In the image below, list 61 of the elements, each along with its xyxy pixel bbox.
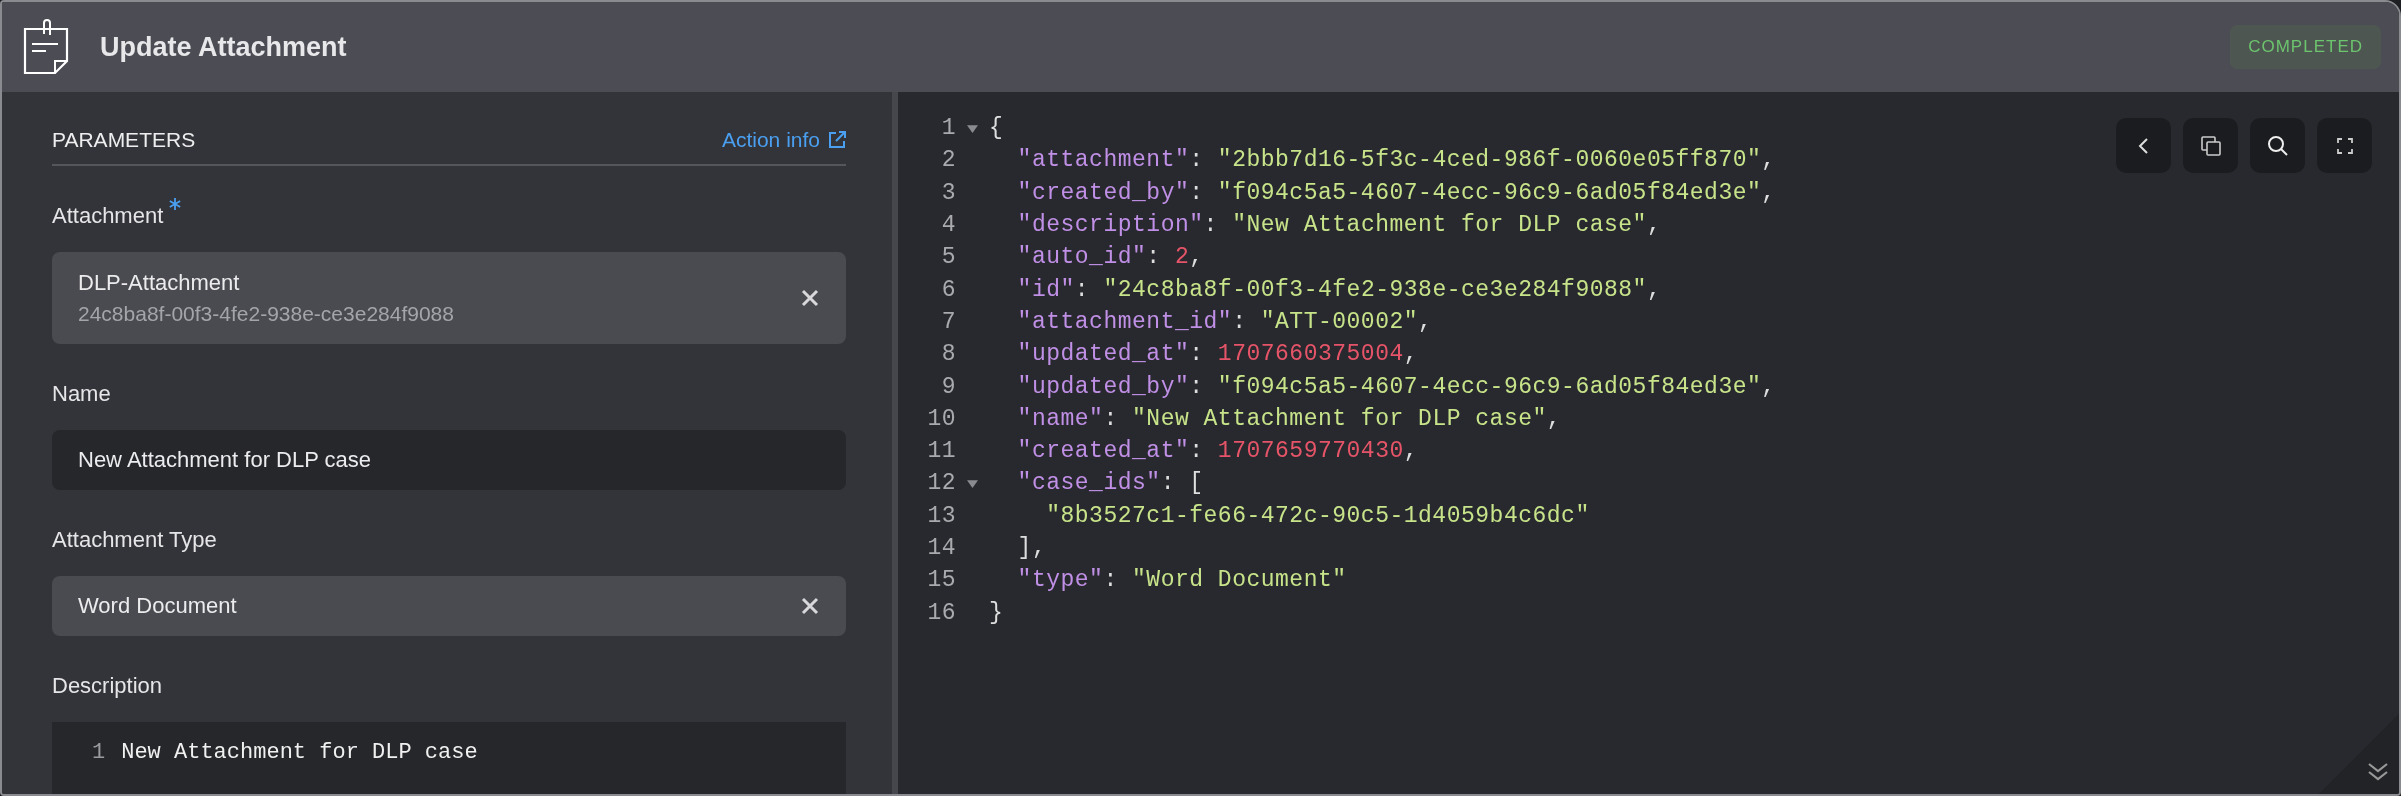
code-line: "created_by": "f094c5a5-4607-4ecc-96c9-6ad05f84ed3e",	[1016, 179, 1776, 206]
line-number: 6	[940, 276, 956, 303]
line-number: 16	[926, 599, 956, 626]
code-line: "updated_at": 1707660375004,	[1016, 341, 1419, 368]
select-value: DLP-Attachment	[78, 270, 241, 296]
code-line: "attachment": "2bbb7d16-5f3c-4ced-986f-0060e05ff870",	[1016, 147, 1776, 174]
field-label: Name	[52, 380, 111, 408]
required-icon	[169, 198, 182, 210]
line-number: 5	[940, 244, 956, 271]
search-icon	[2265, 133, 2290, 158]
code-line: "name": "New Attachment for DLP case",	[1016, 405, 1562, 432]
code-line: "id": "24c8ba8f-00f3-4fe2-938e-ce3e284f9088",	[1016, 276, 1662, 303]
code-line: "auto_id": 2,	[1016, 244, 1204, 271]
code-line: "updated_by": "f094c5a5-4607-4ecc-96c9-6ad05f84ed3e",	[1016, 373, 1776, 400]
code-line: "attachment_id": "ATT-00002",	[1016, 308, 1433, 335]
line-number: 10	[926, 405, 956, 432]
clear-icon[interactable]	[800, 288, 820, 308]
line-number: 13	[926, 502, 956, 529]
code-line: }	[989, 599, 1004, 626]
line-number: 11	[926, 438, 956, 465]
line-number: 7	[940, 308, 956, 335]
action-info-link[interactable]: Action info	[721, 128, 846, 152]
field-label: Attachment	[52, 202, 164, 230]
section-heading: PARAMETERS	[52, 128, 196, 152]
line-number: 8	[940, 341, 956, 368]
select-value: Word Document	[78, 593, 238, 619]
code-line: "8b3527c1-fe66-472c-90c5-1d4059b4c6dc"	[1045, 502, 1590, 529]
code-line: "case_ids": [	[1016, 470, 1204, 497]
name-input[interactable]: New Attachment for DLP case	[52, 430, 846, 490]
copy-icon	[2198, 133, 2223, 158]
fullscreen-button[interactable]	[2317, 118, 2372, 173]
code-line: ],	[1016, 535, 1047, 561]
code-line: New Attachment for DLP case	[121, 740, 478, 765]
line-number: 9	[940, 373, 956, 400]
copy-button[interactable]	[2183, 118, 2238, 173]
field-label: Description	[52, 672, 163, 700]
code-line: "type": "Word Document"	[1016, 567, 1347, 594]
fold-arrow-icon[interactable]	[967, 477, 978, 489]
line-number: 12	[926, 470, 956, 497]
code-line: {	[989, 115, 1004, 142]
select-subtext: 24c8ba8f-00f3-4fe2-938e-ce3e284f9088	[78, 302, 455, 326]
select-field[interactable]: Word Document	[52, 576, 846, 636]
window-title: Update Attachment	[100, 31, 348, 63]
code-line: "created_at": 1707659770430,	[1016, 438, 1419, 465]
line-number: 15	[926, 567, 956, 594]
code-editor[interactable]: 1 New Attachment for DLP case	[52, 722, 846, 794]
line-number: 2	[940, 147, 956, 174]
line-number: 1	[940, 115, 956, 142]
search-button[interactable]	[2250, 118, 2305, 173]
line-number: 3	[940, 179, 956, 206]
status-badge: COMPLETED	[2230, 25, 2381, 69]
external-link-icon	[828, 131, 846, 149]
fold-arrow-icon[interactable]	[967, 122, 978, 134]
select-field[interactable]: DLP-Attachment 24c8ba8f-00f3-4fe2-938e-ce3e284f9088	[52, 252, 846, 344]
code-line: "description": "New Attachment for DLP case",	[1016, 212, 1662, 239]
field-label: Attachment Type	[52, 526, 217, 554]
line-number: 14	[926, 535, 956, 561]
double-chevron-down-icon[interactable]	[2367, 762, 2389, 782]
line-number: 1	[92, 740, 106, 765]
line-number: 4	[940, 212, 956, 239]
clear-icon[interactable]	[800, 596, 820, 616]
